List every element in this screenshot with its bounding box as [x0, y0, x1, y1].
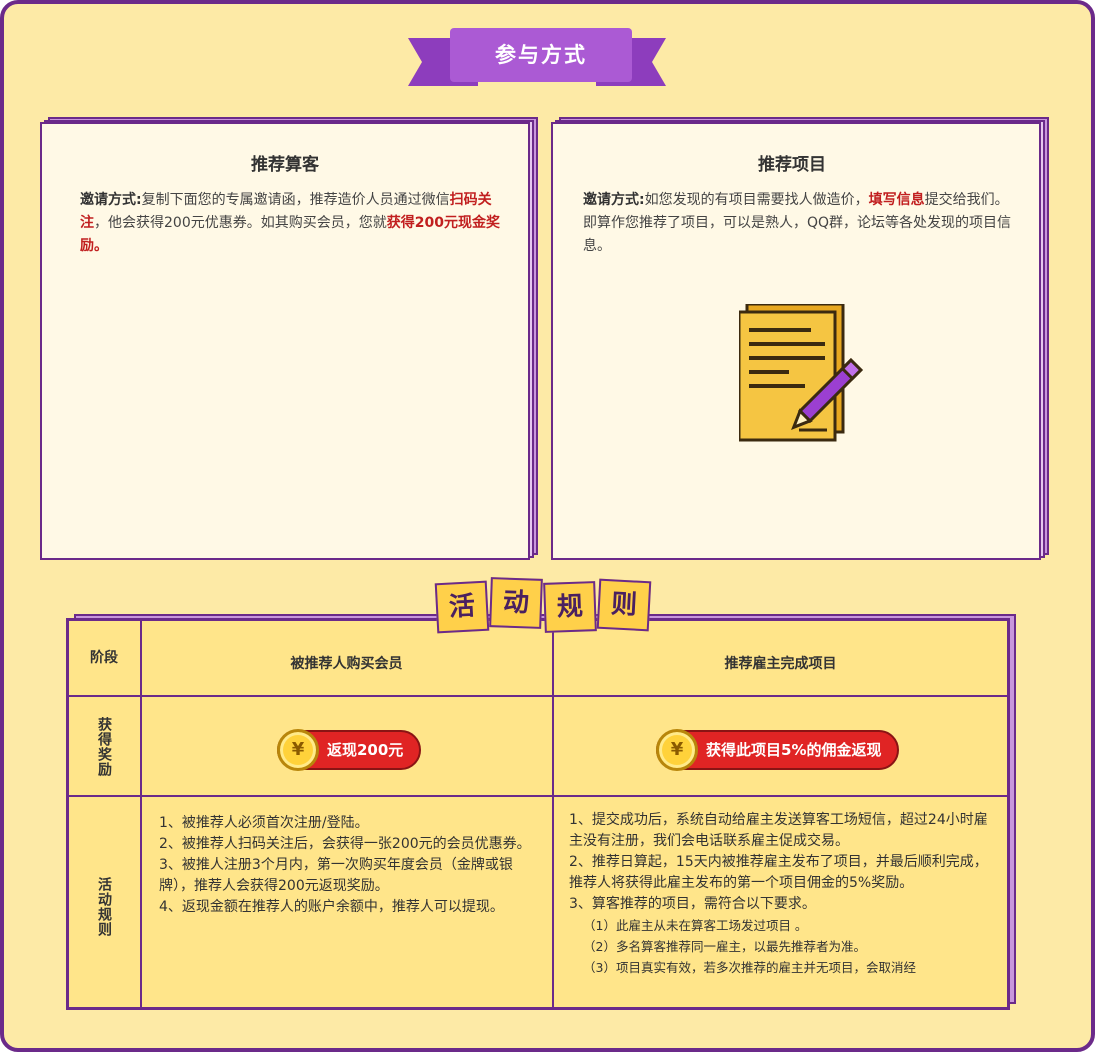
rule-item: 1、被推荐人必须首次注册/登陆。: [159, 815, 369, 831]
rule-item: 4、返现金额在推荐人的账户余额中，推荐人可以提现。: [159, 899, 504, 915]
row-label-reward: 获得奖励: [96, 717, 112, 777]
col-header-stage: 阶段: [90, 650, 118, 666]
rule-subitem: （3）项目真实有效，若多次推荐的雇主并无项目，会取消经: [583, 960, 916, 975]
rule-subitem: （1）此雇主从未在算客工场发过项目 。: [583, 918, 808, 933]
rules-list-project: 1、提交成功后，系统自动给雇主发送算客工场短信，超过24小时雇主没有注册，我们会…: [569, 810, 993, 978]
reward-text: 返现200元: [327, 741, 404, 759]
rules-title-char: 则: [596, 578, 652, 632]
row-label-rules: 活动规则: [96, 877, 112, 937]
rule-item: 1、提交成功后，系统自动给雇主发送算客工场短信，超过24小时雇主没有注册，我们会…: [569, 812, 988, 849]
section-title: 参与方式: [450, 28, 632, 82]
col-header-buy-membership: 被推荐人购买会员: [290, 656, 403, 672]
rules-title-char: 动: [489, 577, 543, 629]
card-title: 推荐项目: [758, 155, 826, 175]
card-recommend-project: 推荐项目 邀请方式:如您发现的有项目需要找人做造价，填写信息提交给我们。即算作您…: [551, 117, 1049, 560]
rules-title-char: 活: [434, 580, 490, 634]
rules-list-membership: 1、被推荐人必须首次注册/登陆。 2、被推荐人扫码关注后，会获得一张200元的会…: [159, 813, 539, 918]
coin-icon: ¥: [656, 729, 698, 771]
rule-subitem: （2）多名算客推荐同一雇主，以最先推荐者为准。: [583, 939, 866, 954]
reward-badge-membership: ¥ 返现200元: [277, 729, 422, 771]
card-title: 推荐算客: [251, 155, 319, 175]
rules-title-char: 规: [543, 581, 597, 633]
card-description: 邀请方式:复制下面您的专属邀请函，推荐造价人员通过微信扫码关注，他会获得200元…: [80, 192, 500, 254]
section-ribbon: 参与方式: [408, 28, 666, 88]
rule-item: 3、被推人注册3个月内，第一次购买年度会员（金牌或银牌），推荐人会获得200元返…: [159, 857, 513, 894]
card-recommend-user: 推荐算客 邀请方式:复制下面您的专属邀请函，推荐造价人员通过微信扫码关注，他会获…: [40, 117, 538, 560]
reward-text: 获得此项目5%的佣金返现: [706, 741, 882, 759]
col-header-complete-project: 推荐雇主完成项目: [724, 656, 837, 672]
document-pencil-icon: [737, 302, 871, 444]
coin-icon: ¥: [277, 729, 319, 771]
rule-item: 3、算客推荐的项目，需符合以下要求。: [569, 896, 816, 912]
card-description: 邀请方式:如您发现的有项目需要找人做造价，填写信息提交给我们。即算作您推荐了项目…: [583, 192, 1012, 254]
rule-item: 2、推荐日算起，15天内被推荐雇主发布了项目，并最后顺利完成，推荐人将获得此雇主…: [569, 854, 988, 891]
rule-item: 2、被推荐人扫码关注后，会获得一张200元的会员优惠券。: [159, 836, 531, 852]
rules-title: 活 动 规 则: [434, 577, 654, 638]
reward-badge-project: ¥ 获得此项目5%的佣金返现: [656, 729, 900, 771]
rules-table: 阶段 被推荐人购买会员 推荐雇主完成项目 获得奖励 ¥ 返现200元 ¥ 获得此…: [66, 614, 1016, 1010]
